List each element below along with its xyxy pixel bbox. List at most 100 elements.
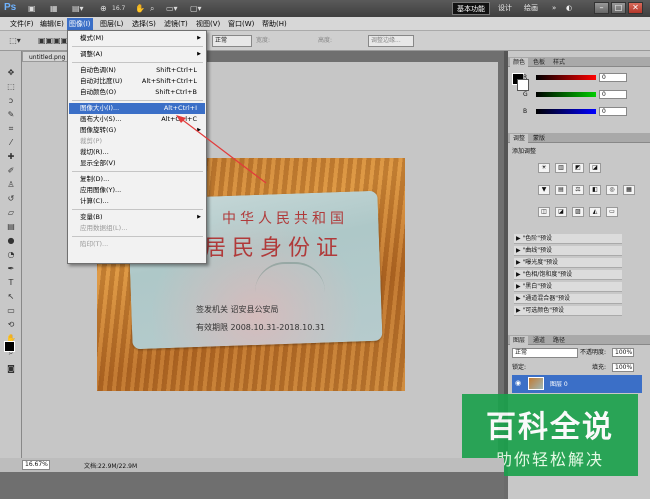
color-channel-slider[interactable] bbox=[536, 109, 596, 114]
invert-icon[interactable]: ◫ bbox=[538, 207, 550, 217]
menu-help[interactable]: 帮助(H) bbox=[260, 18, 289, 30]
image-menu-item[interactable]: 变量(B) ▶ bbox=[69, 212, 205, 223]
adjustment-preset-item[interactable]: ▶ "黑白"预设 bbox=[514, 282, 622, 292]
blend-mode-select[interactable]: 正常 bbox=[512, 348, 578, 358]
menu-file[interactable]: 文件(F) bbox=[8, 18, 36, 30]
screen-mode-icon[interactable]: ▢▾ bbox=[190, 3, 202, 14]
crop-tool-icon[interactable]: ⌗ bbox=[4, 123, 18, 135]
style-select[interactable]: 正常 bbox=[212, 35, 252, 47]
image-menu-item[interactable]: 复制(D)... bbox=[69, 174, 205, 185]
close-button[interactable]: ✕ bbox=[628, 2, 643, 14]
image-menu-item[interactable]: 显示全部(V) bbox=[69, 158, 205, 169]
exposure-icon[interactable]: ◪ bbox=[589, 163, 601, 173]
color-channel-value[interactable]: 0 bbox=[599, 107, 627, 116]
hue-saturation-icon[interactable]: ▤ bbox=[555, 185, 567, 195]
fill-field[interactable]: 100% bbox=[612, 363, 634, 372]
arrange-documents-icon[interactable]: ▭▾ bbox=[166, 3, 178, 14]
zoom-field[interactable]: 16.67% bbox=[22, 460, 50, 470]
gradient-map-icon[interactable]: ◭ bbox=[589, 207, 601, 217]
adjustment-preset-item[interactable]: ▶ "色相/饱和度"预设 bbox=[514, 270, 622, 280]
lasso-tool-icon[interactable]: ↄ bbox=[4, 95, 18, 107]
tab-channels[interactable]: 通道 bbox=[530, 336, 548, 345]
zoom-level[interactable]: 16.7 bbox=[112, 3, 125, 14]
image-menu-item[interactable]: 画布大小(S)... Alt+Ctrl+C bbox=[69, 114, 205, 125]
path-selection-tool-icon[interactable]: ↖ bbox=[4, 291, 18, 303]
adjustment-preset-item[interactable]: ▶ "可选颜色"预设 bbox=[514, 306, 622, 316]
brush-tool-icon[interactable]: ✐ bbox=[4, 165, 18, 177]
threshold-icon[interactable]: ▨ bbox=[572, 207, 584, 217]
menu-layer[interactable]: 图层(L) bbox=[98, 18, 125, 30]
image-menu-item[interactable]: 模式(M) ▶ bbox=[69, 33, 205, 44]
eraser-tool-icon[interactable]: ▱ bbox=[4, 207, 18, 219]
tab-masks[interactable]: 蒙版 bbox=[530, 134, 548, 143]
workspace-more-link[interactable]: » bbox=[552, 2, 556, 15]
color-channel-value[interactable]: 0 bbox=[599, 90, 627, 99]
adjustment-preset-item[interactable]: ▶ "曝光度"预设 bbox=[514, 258, 622, 268]
image-menu-item[interactable]: 自动色调(N) Shift+Ctrl+L bbox=[69, 65, 205, 76]
image-menu-item[interactable]: 自动对比度(U) Alt+Shift+Ctrl+L bbox=[69, 76, 205, 87]
menu-filter[interactable]: 滤镜(T) bbox=[162, 18, 190, 30]
image-menu-item[interactable]: 计算(C)... bbox=[69, 196, 205, 207]
adjustment-preset-item[interactable]: ▶ "色阶"预设 bbox=[514, 234, 622, 244]
eye-visibility-icon[interactable]: ◉ bbox=[515, 379, 521, 387]
tab-color[interactable]: 颜色 bbox=[510, 58, 529, 67]
healing-brush-tool-icon[interactable]: ✚ bbox=[4, 151, 18, 163]
minimize-button[interactable]: – bbox=[594, 2, 609, 14]
tab-layers[interactable]: 图层 bbox=[510, 336, 529, 345]
color-balance-icon[interactable]: ⚖ bbox=[572, 185, 584, 195]
layer-name[interactable]: 图层 0 bbox=[550, 379, 568, 388]
selection-mode-icons[interactable]: ▣▣▣▣ bbox=[38, 35, 68, 47]
curves-icon[interactable]: ◩ bbox=[572, 163, 584, 173]
marquee-preset-icon[interactable]: ⬚▾ bbox=[8, 35, 22, 47]
workspace-design-link[interactable]: 设计 bbox=[498, 2, 512, 15]
pen-tool-icon[interactable]: ✒ bbox=[4, 263, 18, 275]
view-extras-icon[interactable]: ▤▾ bbox=[72, 3, 84, 14]
tab-paths[interactable]: 路径 bbox=[550, 336, 568, 345]
document-size-info[interactable]: 文档:22.9M/22.9M bbox=[84, 461, 137, 470]
move-tool-icon[interactable]: ✥ bbox=[4, 67, 18, 79]
menu-select[interactable]: 选择(S) bbox=[130, 18, 158, 30]
vibrance-icon[interactable]: ▼ bbox=[538, 185, 550, 195]
layer-row[interactable]: ◉ 图层 0 bbox=[512, 375, 642, 393]
adjustment-preset-item[interactable]: ▶ "曲线"预设 bbox=[514, 246, 622, 256]
clone-stamp-tool-icon[interactable]: ♙ bbox=[4, 179, 18, 191]
history-brush-tool-icon[interactable]: ↺ bbox=[4, 193, 18, 205]
zoom-level-icon[interactable]: ⊕ bbox=[100, 3, 107, 14]
mini-bridge-icon[interactable]: ▦ bbox=[50, 3, 58, 14]
gradient-tool-icon[interactable]: ▤ bbox=[4, 221, 18, 233]
3d-rotate-tool-icon[interactable]: ⟲ bbox=[4, 319, 18, 331]
tab-swatches[interactable]: 色板 bbox=[530, 58, 548, 67]
image-menu-item[interactable]: 图像旋转(G) ▶ bbox=[69, 125, 205, 136]
quick-select-tool-icon[interactable]: ✎ bbox=[4, 109, 18, 121]
quick-mask-icon[interactable]: ◙ bbox=[4, 363, 18, 375]
color-channel-slider[interactable] bbox=[536, 75, 596, 80]
maximize-button[interactable]: □ bbox=[611, 2, 626, 14]
menu-view[interactable]: 视图(V) bbox=[194, 18, 222, 30]
zoom-tool-icon[interactable]: ⌕ bbox=[150, 3, 154, 14]
black-white-icon[interactable]: ◧ bbox=[589, 185, 601, 195]
brightness-contrast-icon[interactable]: ☀ bbox=[538, 163, 550, 173]
adjustment-preset-item[interactable]: ▶ "通道混合器"预设 bbox=[514, 294, 622, 304]
channel-mixer-icon[interactable]: ▦ bbox=[623, 185, 635, 195]
image-menu-item[interactable]: 裁切(R)... bbox=[69, 147, 205, 158]
tab-styles[interactable]: 样式 bbox=[550, 58, 568, 67]
image-menu-item[interactable]: 应用图像(Y)... bbox=[69, 185, 205, 196]
image-menu-item[interactable]: 自动颜色(O) Shift+Ctrl+B bbox=[69, 87, 205, 98]
color-channel-slider[interactable] bbox=[536, 92, 596, 97]
workspace-painting-link[interactable]: 绘画 bbox=[524, 2, 538, 15]
cs-live-icon[interactable]: ◐ bbox=[566, 2, 572, 15]
refine-edge-button[interactable]: 调整边缘... bbox=[368, 35, 414, 47]
dodge-tool-icon[interactable]: ◔ bbox=[4, 249, 18, 261]
opacity-field[interactable]: 100% bbox=[612, 348, 634, 357]
foreground-color-swatch[interactable] bbox=[4, 341, 15, 352]
menu-window[interactable]: 窗口(W) bbox=[226, 18, 256, 30]
posterize-icon[interactable]: ◪ bbox=[555, 207, 567, 217]
photo-filter-icon[interactable]: ◎ bbox=[606, 185, 618, 195]
tab-adjustments[interactable]: 调整 bbox=[510, 134, 529, 143]
workspace-essentials-button[interactable]: 基本功能 bbox=[452, 2, 490, 15]
marquee-tool-icon[interactable]: ⬚ bbox=[4, 81, 18, 93]
menu-image[interactable]: 图像(I) bbox=[67, 18, 93, 30]
selective-color-icon[interactable]: ▭ bbox=[606, 207, 618, 217]
menu-edit[interactable]: 编辑(E) bbox=[38, 18, 66, 30]
color-channel-value[interactable]: 0 bbox=[599, 73, 627, 82]
